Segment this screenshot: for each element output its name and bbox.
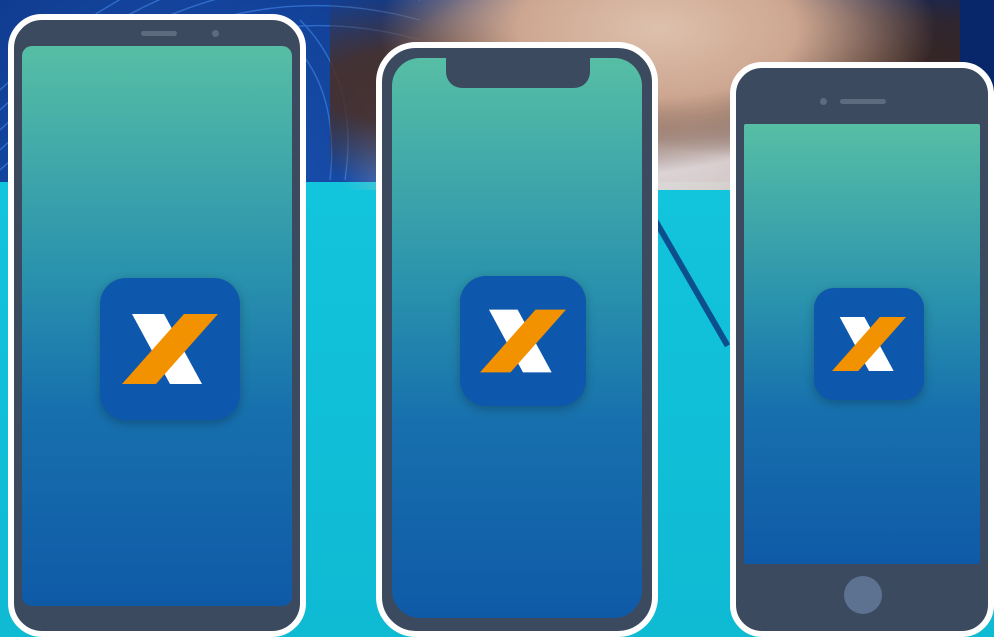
front-camera <box>820 98 827 105</box>
caixa-x-logo-icon <box>832 317 906 371</box>
phone-screen <box>22 46 292 606</box>
phone-android <box>8 14 306 637</box>
caixa-x-logo-icon <box>480 309 566 373</box>
front-camera <box>212 30 219 37</box>
promo-scene <box>0 0 994 637</box>
phone-screen <box>744 124 980 564</box>
phone-home-button <box>730 62 994 637</box>
caixa-app-icon[interactable] <box>460 276 586 406</box>
home-button[interactable] <box>844 576 882 614</box>
phone-notched <box>376 42 658 637</box>
caixa-app-icon[interactable] <box>814 288 924 400</box>
phone-screen <box>392 58 642 618</box>
caixa-x-logo-icon <box>122 314 218 384</box>
speaker-grille <box>141 31 177 36</box>
speaker-grille <box>840 99 886 104</box>
screen-notch <box>446 56 590 88</box>
caixa-app-icon[interactable] <box>100 278 240 420</box>
